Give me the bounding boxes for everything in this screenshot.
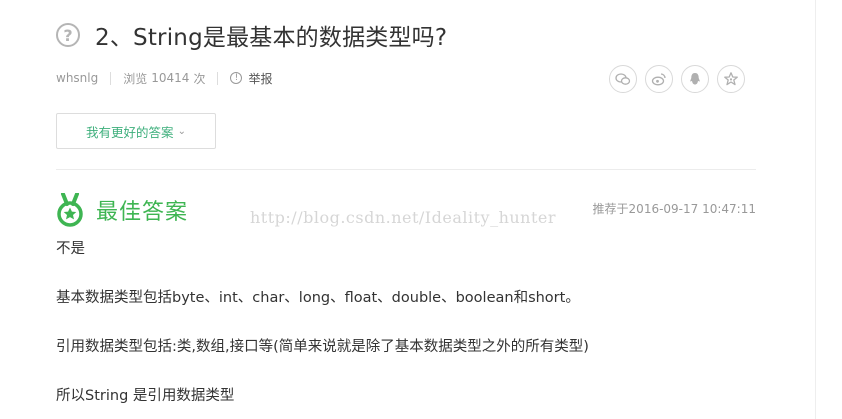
better-answer-label: 我有更好的答案	[86, 124, 174, 140]
better-answer-button[interactable]: 我有更好的答案 ⌄	[56, 113, 216, 149]
answer-line: 基本数据类型包括byte、int、char、long、float、double、…	[56, 290, 580, 306]
answer-line: 不是	[56, 241, 85, 257]
meta-separator	[217, 71, 219, 85]
views-label: 浏览	[123, 71, 148, 86]
medal-icon	[57, 193, 83, 227]
right-column-divider	[815, 0, 816, 419]
report-icon[interactable]: !	[230, 72, 243, 84]
chevron-down-icon: ⌄	[177, 125, 186, 137]
watermark: http://blog.csdn.net/Ideality_hunter	[250, 208, 557, 227]
qq-icon[interactable]	[681, 65, 709, 93]
best-answer-label: 最佳答案	[96, 200, 189, 225]
author-link[interactable]: whsnlg	[56, 71, 98, 85]
question-meta: whsnlg 浏览 10414 次 ! 举报	[56, 68, 272, 88]
question-circle-icon: ?	[56, 23, 80, 47]
weibo-icon[interactable]	[645, 65, 673, 93]
views-count: 10414	[151, 71, 190, 85]
question-title: 2、String是最基本的数据类型吗?	[95, 25, 448, 51]
recommended-time: 推荐于2016-09-17 10:47:11	[592, 202, 756, 216]
favorite-star-icon[interactable]	[717, 65, 745, 93]
views-unit: 次	[193, 71, 206, 86]
wechat-icon[interactable]	[609, 65, 637, 93]
meta-separator	[110, 71, 112, 85]
report-link[interactable]: 举报	[248, 70, 272, 87]
section-divider	[56, 169, 756, 170]
share-bar	[609, 65, 753, 93]
answer-line: 引用数据类型包括:类,数组,接口等(简单来说就是除了基本数据类型之外的所有类型)	[56, 339, 589, 355]
question-header: ? 2、String是最基本的数据类型吗?	[56, 17, 447, 53]
best-answer-header: 最佳答案	[56, 190, 188, 230]
answer-line: 所以String 是引用数据类型	[56, 388, 235, 404]
